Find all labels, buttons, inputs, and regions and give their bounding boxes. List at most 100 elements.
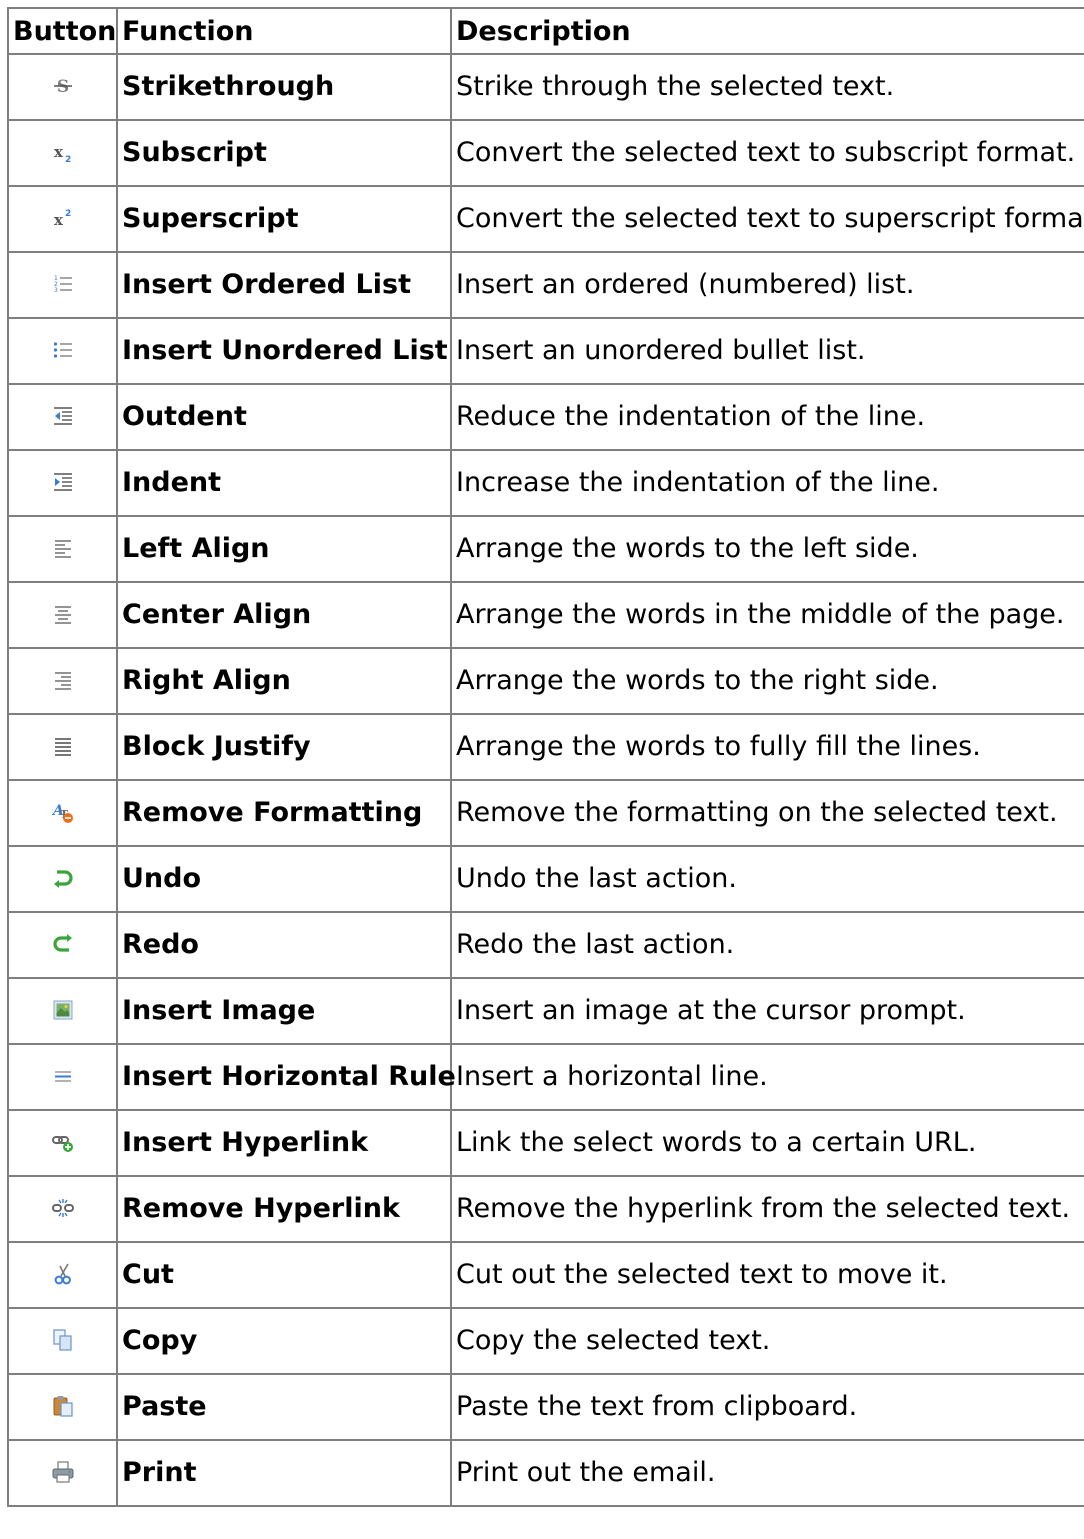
function-cell: Redo <box>116 911 452 979</box>
button-cell <box>7 515 118 583</box>
remove-formatting-icon: AT <box>51 800 75 824</box>
unordered-list-icon <box>51 338 75 362</box>
align-center-icon <box>51 602 75 626</box>
table-row: S Strikethrough Strike through the selecte… <box>7 53 1084 121</box>
table-row: Remove Hyperlink Remove the hyperlink fro… <box>7 1175 1084 1243</box>
function-cell: Insert Horizontal Rule <box>116 1043 456 1111</box>
svg-text:S: S <box>56 77 68 97</box>
function-cell: Copy <box>116 1307 452 1375</box>
header-description: Description <box>450 7 1084 55</box>
table-row: Indent Increase the indentation of the li… <box>7 449 1084 517</box>
table-header: Button Function Description <box>7 7 1084 55</box>
button-cell: x2 <box>7 185 118 253</box>
description-cell: Remove the hyperlink from the selected t… <box>450 1175 1084 1243</box>
function-cell: Indent <box>116 449 452 517</box>
description-cell: Convert the selected text to subscript f… <box>450 119 1084 187</box>
indent-icon <box>51 470 75 494</box>
description-cell: Arrange the words in the middle of the p… <box>450 581 1084 649</box>
header-row: Button Function Description <box>7 7 1084 55</box>
strikethrough-icon: S <box>51 74 75 98</box>
insert-hyperlink-icon <box>51 1130 75 1154</box>
description-cell: Reduce the indentation of the line. <box>450 383 1084 451</box>
table-row: x 2 Subscript Convert the selected text to … <box>7 119 1084 187</box>
button-cell <box>7 1175 118 1243</box>
button-cell <box>7 1043 118 1111</box>
table-row: Left Align Arrange the words to the left … <box>7 515 1084 583</box>
description-cell: Arrange the words to the right side. <box>450 647 1084 715</box>
button-cell <box>7 383 118 451</box>
table-row: 1 2 3 Insert Ordered List Insert an ordered … <box>7 251 1084 319</box>
function-cell: Insert Ordered List <box>116 251 452 319</box>
function-cell: Remove Formatting <box>116 779 452 847</box>
button-cell <box>7 1109 118 1177</box>
function-cell: Insert Unordered List <box>116 317 452 385</box>
svg-text:2: 2 <box>65 209 71 219</box>
table-row: Insert Horizontal Rule Insert a horizonta… <box>7 1043 1084 1111</box>
function-cell: Subscript <box>116 119 452 187</box>
button-cell <box>7 581 118 649</box>
button-cell: x2 <box>7 119 118 187</box>
undo-icon <box>51 866 75 890</box>
table-row: Right Align Arrange the words to the righ… <box>7 647 1084 715</box>
table-row: A T Remove Formatting Remove the formatting… <box>7 779 1084 847</box>
description-cell: Print out the email. <box>450 1439 1084 1507</box>
table-row: Cut Cut out the selected text to move it. <box>7 1241 1084 1309</box>
function-cell: Undo <box>116 845 452 913</box>
table-row: Block Justify Arrange the words to fully … <box>7 713 1084 781</box>
function-cell: Insert Image <box>116 977 452 1045</box>
table-row: Undo Undo the last action. <box>7 845 1084 913</box>
description-cell: Arrange the words to fully fill the line… <box>450 713 1084 781</box>
description-cell: Link the select words to a certain URL. <box>450 1109 1084 1177</box>
copy-icon <box>51 1328 75 1352</box>
function-cell: Remove Hyperlink <box>116 1175 452 1243</box>
description-cell: Insert an unordered bullet list. <box>450 317 1084 385</box>
description-cell: Increase the indentation of the line. <box>450 449 1084 517</box>
svg-text:x: x <box>54 143 64 161</box>
function-cell: Insert Hyperlink <box>116 1109 452 1177</box>
function-cell: Center Align <box>116 581 452 649</box>
subscript-icon: x2 <box>51 140 75 164</box>
superscript-icon: x2 <box>51 206 75 230</box>
align-right-icon <box>51 668 75 692</box>
table-row: Insert Image Insert an image at the curso… <box>7 977 1084 1045</box>
cut-icon <box>51 1262 75 1286</box>
description-cell: Cut out the selected text to move it. <box>450 1241 1084 1309</box>
description-cell: Convert the selected text to superscript… <box>450 185 1084 253</box>
table-row: Copy Copy the selected text. <box>7 1307 1084 1375</box>
table-row: Paste Paste the text from clipboard. <box>7 1373 1084 1441</box>
button-cell <box>7 977 118 1045</box>
table-row: Center Align Arrange the words in the mid… <box>7 581 1084 649</box>
ordered-list-icon: 123 <box>51 272 75 296</box>
align-justify-icon <box>51 734 75 758</box>
button-cell: AT <box>7 779 118 847</box>
description-cell: Undo the last action. <box>450 845 1084 913</box>
table-row: Redo Redo the last action. <box>7 911 1084 979</box>
button-cell <box>7 317 118 385</box>
button-reference-table: Button Function Description S Strikethrou… <box>7 7 1084 1507</box>
description-cell: Redo the last action. <box>450 911 1084 979</box>
function-cell: Outdent <box>116 383 452 451</box>
description-cell: Insert a horizontal line. <box>450 1043 1084 1111</box>
button-cell <box>7 449 118 517</box>
table-row: Insert Hyperlink Link the select words to… <box>7 1109 1084 1177</box>
button-cell <box>7 1241 118 1309</box>
header-function: Function <box>116 7 452 55</box>
table-body: S Strikethrough Strike through the selecte… <box>7 53 1084 1507</box>
button-cell <box>7 713 118 781</box>
table-row: Insert Unordered List Insert an unordered… <box>7 317 1084 385</box>
horizontal-rule-icon <box>51 1064 75 1088</box>
outdent-icon <box>51 404 75 428</box>
header-button: Button <box>7 7 118 55</box>
description-cell: Insert an ordered (numbered) list. <box>450 251 1084 319</box>
table-row: Print Print out the email. <box>7 1439 1084 1507</box>
function-cell: Block Justify <box>116 713 452 781</box>
button-cell: S <box>7 53 118 121</box>
redo-icon <box>51 932 75 956</box>
description-cell: Insert an image at the cursor prompt. <box>450 977 1084 1045</box>
insert-image-icon <box>51 998 75 1022</box>
remove-hyperlink-icon <box>51 1196 75 1220</box>
svg-text:x: x <box>54 211 64 229</box>
button-cell <box>7 911 118 979</box>
function-cell: Left Align <box>116 515 452 583</box>
button-cell <box>7 647 118 715</box>
